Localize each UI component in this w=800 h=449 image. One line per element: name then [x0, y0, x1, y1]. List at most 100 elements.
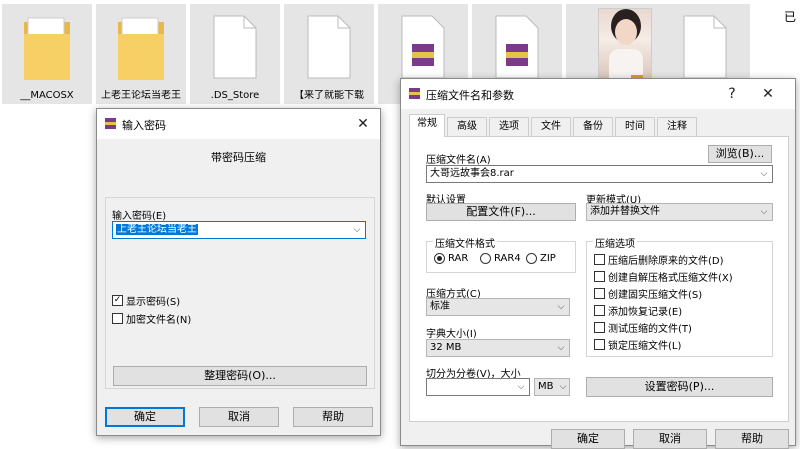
split-unit-select[interactable]: MB ⌵	[534, 378, 570, 396]
option-lock-checkbox[interactable]: 锁定压缩文件(L)	[594, 337, 681, 352]
archive-name-label: 压缩文件名(A)	[426, 155, 491, 166]
file-name: __MACOSX	[20, 90, 74, 101]
archive-params-dialog: 压缩文件名和参数 ? ✕ 常规 高级 选项 文件 备份 时间 注释 压缩文件名(…	[400, 78, 796, 449]
ok-button[interactable]: 确定	[105, 407, 185, 427]
checkbox-icon	[112, 313, 123, 324]
archive-name-value: 大哥远故事会8.rar	[430, 168, 514, 179]
tab-advanced[interactable]: 高级	[447, 117, 487, 136]
file-name: .DS_Store	[210, 90, 260, 101]
help-button[interactable]: 帮助	[715, 429, 789, 449]
option-label: 测试压缩的文件(T)	[608, 324, 692, 335]
file-item-ds-store[interactable]: .DS_Store	[190, 4, 280, 104]
checkbox-icon	[594, 271, 605, 282]
tab-general[interactable]: 常规	[409, 114, 445, 137]
dialog-heading: 带密码压缩	[211, 151, 266, 164]
password-value: 上老王论坛当老王	[116, 224, 198, 235]
checkbox-icon	[594, 288, 605, 299]
chevron-down-icon[interactable]: ⌵	[756, 204, 772, 220]
ok-button[interactable]: 确定	[551, 429, 625, 449]
chevron-down-icon[interactable]: ⌵	[756, 166, 772, 182]
winrar-icon	[105, 118, 116, 129]
option-label: 压缩后删除原来的文件(D)	[608, 256, 724, 267]
file-name: 上老王论坛当老王	[101, 90, 181, 101]
corner-text: 已	[784, 10, 797, 24]
update-mode-value: 添加并替换文件	[590, 206, 660, 217]
organize-passwords-button[interactable]: 整理密码(O)...	[113, 366, 367, 386]
chevron-down-icon[interactable]: ⌵	[557, 379, 569, 395]
checkbox-icon	[594, 339, 605, 350]
checkbox-icon	[594, 254, 605, 265]
set-password-button[interactable]: 设置密码(P)...	[586, 377, 773, 397]
format-rar4-radio[interactable]: RAR4	[480, 253, 521, 264]
format-zip-label: ZIP	[540, 253, 556, 264]
browse-button[interactable]: 浏览(B)...	[708, 145, 772, 163]
format-rar-radio[interactable]: RAR	[434, 253, 468, 264]
file-item-macosx[interactable]: __MACOSX	[2, 4, 92, 104]
password-input[interactable]: 上老王论坛当老王 ⌵	[112, 221, 366, 239]
password-label: 输入密码(E)	[112, 211, 167, 222]
title-bar: 输入密码 ✕	[97, 109, 380, 139]
chevron-down-icon[interactable]: ⌵	[349, 222, 365, 238]
checkbox-checked-icon: ✓	[112, 295, 123, 306]
chevron-down-icon[interactable]: ⌵	[553, 299, 569, 315]
rar-archive-icon	[401, 15, 445, 79]
split-size-input[interactable]: ⌵	[426, 378, 530, 396]
option-label: 创建固实压缩文件(S)	[608, 290, 703, 301]
update-mode-select[interactable]: 添加并替换文件 ⌵	[586, 203, 773, 221]
format-rar4-label: RAR4	[494, 253, 521, 264]
dialog-title: 输入密码	[122, 119, 166, 132]
show-password-label: 显示密码(S)	[126, 297, 181, 308]
close-icon[interactable]: ✕	[757, 84, 779, 104]
tab-options[interactable]: 选项	[489, 117, 529, 136]
option-test-checkbox[interactable]: 测试压缩的文件(T)	[594, 320, 692, 335]
method-select[interactable]: 标准 ⌵	[426, 298, 570, 316]
folder-icon	[118, 17, 164, 80]
option-sfx-checkbox[interactable]: 创建自解压格式压缩文件(X)	[594, 269, 733, 284]
encrypt-filenames-label: 加密文件名(N)	[126, 315, 192, 326]
encrypt-filenames-checkbox[interactable]: 加密文件名(N)	[112, 311, 191, 326]
option-recovery-checkbox[interactable]: 添加恢复记录(E)	[594, 303, 682, 318]
checkbox-icon	[594, 322, 605, 333]
photo-thumbnail	[598, 8, 652, 87]
option-label: 锁定压缩文件(L)	[608, 341, 682, 352]
file-name: 【来了就能下载	[294, 90, 364, 101]
file-item-folder[interactable]: 上老王论坛当老王	[96, 4, 186, 104]
file-item-download[interactable]: 【来了就能下载	[284, 4, 374, 104]
title-bar: 压缩文件名和参数 ? ✕	[401, 79, 795, 109]
cancel-button[interactable]: 取消	[199, 407, 279, 427]
dialog-title: 压缩文件名和参数	[426, 89, 514, 102]
profiles-button[interactable]: 配置文件(F)...	[426, 203, 576, 221]
password-dialog: 输入密码 ✕ 带密码压缩 输入密码(E) 上老王论坛当老王 ⌵ ✓ 显示密码(S…	[96, 108, 381, 436]
option-label: 添加恢复记录(E)	[608, 307, 683, 318]
tab-time[interactable]: 时间	[615, 117, 655, 136]
chevron-down-icon[interactable]: ⌵	[513, 379, 529, 395]
radio-selected-icon	[434, 253, 445, 264]
method-value: 标准	[430, 301, 450, 312]
document-icon	[213, 15, 257, 79]
option-delete-after-checkbox[interactable]: 压缩后删除原来的文件(D)	[594, 252, 724, 267]
tab-backup[interactable]: 备份	[573, 117, 613, 136]
option-solid-checkbox[interactable]: 创建固实压缩文件(S)	[594, 286, 702, 301]
tab-comment[interactable]: 注释	[657, 117, 697, 136]
show-password-checkbox[interactable]: ✓ 显示密码(S)	[112, 293, 180, 308]
archive-format-title: 压缩文件格式	[433, 235, 497, 250]
archive-name-input[interactable]: 大哥远故事会8.rar ⌵	[426, 165, 773, 183]
dictionary-size-label: 字典大小(I)	[426, 329, 477, 340]
cancel-button[interactable]: 取消	[633, 429, 707, 449]
compression-options-title: 压缩选项	[593, 235, 637, 250]
help-icon[interactable]: ?	[721, 84, 743, 104]
dictionary-size-select[interactable]: 32 MB ⌵	[426, 339, 570, 357]
document-icon	[307, 15, 351, 79]
radio-icon	[480, 253, 491, 264]
document-icon	[683, 15, 727, 79]
split-unit-value: MB	[538, 381, 554, 392]
tab-files[interactable]: 文件	[531, 117, 571, 136]
general-tab-panel: 压缩文件名(A) 浏览(B)... 大哥远故事会8.rar ⌵ 默认设置 配置文…	[409, 136, 789, 422]
format-zip-radio[interactable]: ZIP	[526, 253, 556, 264]
close-icon[interactable]: ✕	[352, 114, 374, 134]
format-rar-label: RAR	[448, 253, 469, 264]
radio-icon	[526, 253, 537, 264]
chevron-down-icon[interactable]: ⌵	[553, 340, 569, 356]
help-button[interactable]: 帮助	[293, 407, 373, 427]
winrar-icon	[409, 88, 420, 99]
